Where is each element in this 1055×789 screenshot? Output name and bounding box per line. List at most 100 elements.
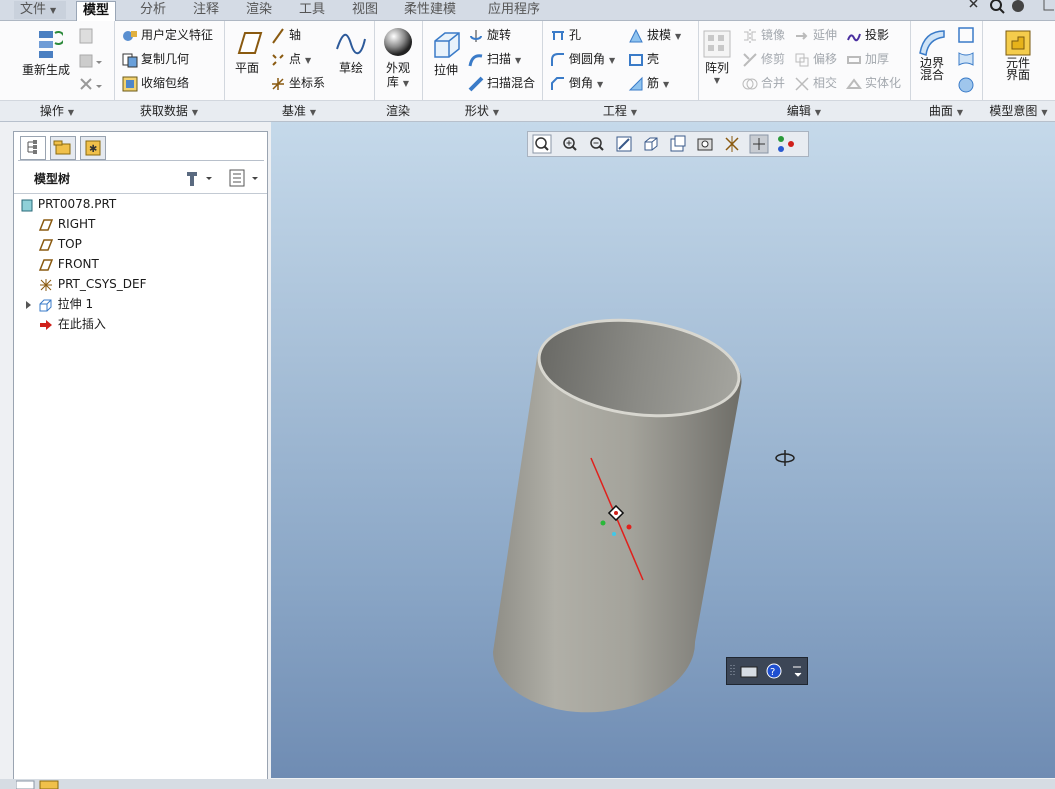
tree-settings-icon[interactable] [184,168,218,188]
mirror-button[interactable]: 镜像 [742,24,785,46]
hole-button[interactable]: 孔 [550,24,581,46]
rib-button[interactable]: 筋 ▼ [628,72,669,94]
boundary-blend-icon [919,30,945,57]
extrude-button[interactable]: 拉伸 [426,27,466,78]
tree-filter-icon[interactable] [228,168,262,188]
round-button[interactable]: 倒圆角 ▼ [550,48,615,70]
tree-item-insert-here[interactable]: 在此插入 [38,314,106,334]
view-manager-icon[interactable] [695,134,715,154]
group-shapes: 拉伸 旋转 扫描 ▼ 扫描混合 形状 ▼ [422,21,543,121]
datum-label: 基准 [281,104,306,118]
merge-label: 合并 [761,76,786,90]
mirror-label: 镜像 [761,28,786,42]
window-controls-icons[interactable] [966,0,1055,20]
csys-icon [40,278,52,291]
display-style-icon[interactable] [641,134,661,154]
axis-button[interactable]: 轴 [270,24,301,46]
datum-display-icon[interactable] [722,134,742,154]
draft-button[interactable]: 拔模 ▼ [628,24,681,46]
spin-center-icon[interactable] [749,134,769,154]
edit-small-icons[interactable] [78,27,106,97]
merge-button[interactable]: 合并 [742,72,785,94]
folder-browser-tab-icon[interactable] [50,136,76,160]
tree-item-part[interactable]: PRT0078.PRT [20,194,116,214]
csys-icon [272,77,284,90]
tab-analysis[interactable]: 分析 [134,1,172,19]
swept-blend-button[interactable]: 扫描混合 [468,72,535,94]
tree-item-right[interactable]: RIGHT [38,214,95,234]
model-tree-tab-icon[interactable] [20,136,46,160]
csys-button[interactable]: 坐标系 [270,72,325,94]
boundary-blend-button[interactable]: 边界 混合 [912,27,952,81]
regenerate-label: 重新生成 [21,63,70,77]
favorites-tab-icon[interactable]: ✱ [80,136,106,160]
surface-small-icons[interactable] [956,25,978,97]
part-icon [21,199,33,211]
tree-item-top[interactable]: TOP [38,234,82,254]
repaint-icon[interactable] [614,134,634,154]
point-button[interactable]: 点 ▼ [270,48,311,70]
regenerate-icon [39,31,63,58]
group-datum-label[interactable]: 基准 ▼ [224,100,374,121]
graphics-viewport[interactable]: ? [271,122,1055,778]
project-button[interactable]: 投影 [846,24,889,46]
user-defined-feature-button[interactable]: 用户定义特征 [122,24,213,46]
tab-annotate[interactable]: 注释 [187,1,225,19]
group-engineering-label[interactable]: 工程 ▼ [542,100,698,121]
extrude-icon [39,299,52,311]
tab-model[interactable]: 模型 [76,1,117,21]
appearance-gallery-button[interactable]: 外观 库 ▼ [378,27,418,90]
swept-blend-label: 扫描混合 [487,76,536,90]
component-interface-button[interactable]: 元件 界面 [996,27,1040,81]
tab-tools[interactable]: 工具 [293,1,331,19]
sweep-button[interactable]: 扫描 ▼ [468,48,521,70]
plane-button[interactable]: 平面 [228,29,266,76]
point-icon [272,53,284,66]
mini-toolbar-icons[interactable]: ? [729,661,805,681]
group-surfaces-label[interactable]: 曲面 ▼ [910,100,982,121]
shell-label: 壳 [647,52,660,66]
revolve-button[interactable]: 旋转 [468,24,511,46]
tab-applications[interactable]: 应用程序 [482,1,546,19]
pattern-button[interactable]: 阵列 ▼ [700,27,734,85]
file-menu-label: 文件 [20,2,47,17]
regenerate-button[interactable]: 重新生成 [18,27,74,78]
chamfer-icon [551,76,564,90]
tree-item-csys[interactable]: PRT_CSYS_DEF [38,274,147,294]
shell-button[interactable]: 壳 [628,48,659,70]
extend-button[interactable]: 延伸 [794,24,837,46]
appearance-label-2: 库 [386,75,399,89]
thicken-icon [847,55,861,64]
tree-item-front[interactable]: FRONT [38,254,99,274]
group-operations-label[interactable]: 操作 ▼ [0,100,114,121]
solidify-button[interactable]: 实体化 [846,72,901,94]
group-model-intent-label[interactable]: 模型意图 ▼ [982,100,1055,121]
annotation-display-icon[interactable] [776,134,796,154]
shrinkwrap-button[interactable]: 收缩包络 [122,72,189,94]
tree-item-extrude[interactable]: 拉伸 1 [24,294,93,314]
saved-views-icon[interactable] [668,134,688,154]
offset-button[interactable]: 偏移 [794,48,837,70]
status-icons[interactable] [16,780,66,789]
project-label: 投影 [865,28,890,42]
thicken-button[interactable]: 加厚 [846,48,889,70]
sketch-button[interactable]: 草绘 [332,29,370,76]
refit-icon[interactable] [532,134,552,154]
zoom-in-icon[interactable] [560,134,580,154]
tab-view[interactable]: 视图 [346,1,384,19]
rib-icon [628,76,643,90]
group-get-data-label[interactable]: 获取数据 ▼ [114,100,224,121]
tab-render[interactable]: 渲染 [240,1,278,19]
zoom-out-icon[interactable] [587,134,607,154]
insert-arrow-icon [40,319,52,330]
group-editing-label[interactable]: 编辑 ▼ [698,100,910,121]
expand-arrow-icon[interactable] [24,298,34,312]
merge-icon [742,78,758,89]
chamfer-button[interactable]: 倒角 ▼ [550,72,603,94]
trim-button[interactable]: 修剪 [742,48,785,70]
copy-geometry-button[interactable]: 复制几何 [122,48,189,70]
group-shapes-label[interactable]: 形状 ▼ [422,100,542,121]
intersect-button[interactable]: 相交 [794,72,837,94]
file-menu[interactable]: 文件 ▼ [14,1,66,19]
tab-flexible-modeling[interactable]: 柔性建模 [398,1,462,19]
